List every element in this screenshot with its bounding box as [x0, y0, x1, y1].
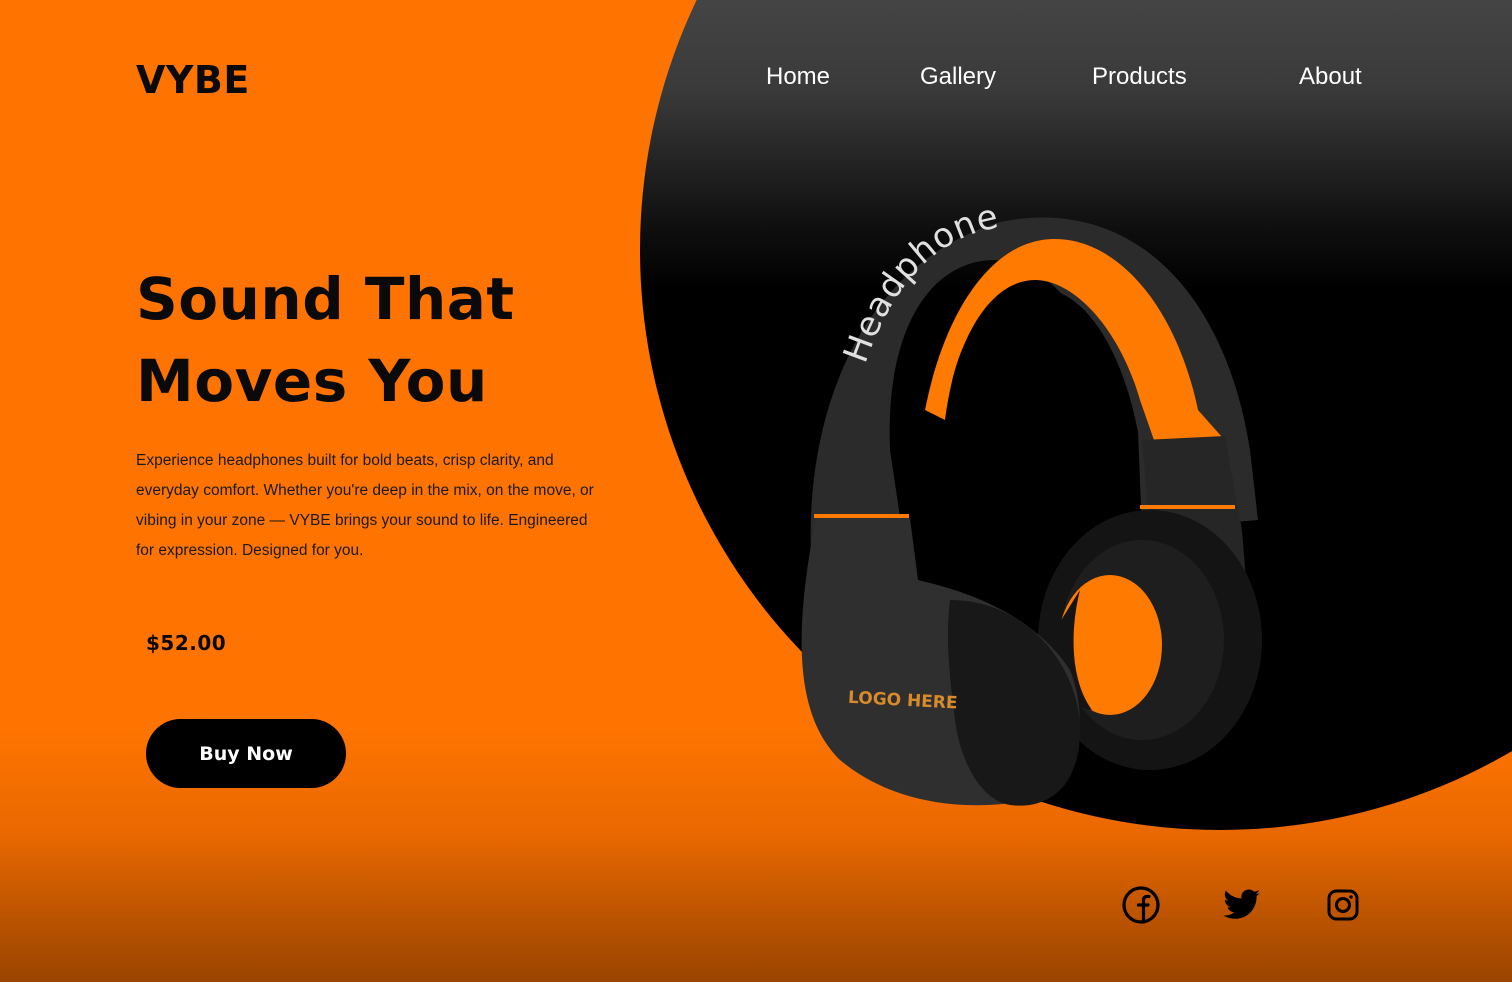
hero-headline: Sound That Moves You: [136, 258, 656, 422]
twitter-link[interactable]: [1221, 884, 1263, 926]
nav-item-about[interactable]: About: [1299, 62, 1362, 92]
headphones-illustration: Headphones LOGO HERE: [771, 169, 1262, 806]
product-price: $52.00: [146, 631, 227, 655]
twitter-icon: [1223, 889, 1260, 919]
nav-item-products[interactable]: Products: [1092, 62, 1187, 92]
facebook-icon: [1122, 886, 1160, 924]
nav-item-gallery[interactable]: Gallery: [920, 62, 996, 92]
headphones-image: Headphones LOGO HERE: [771, 169, 1300, 830]
hero-headline-line-2: Moves You: [136, 347, 488, 415]
main-nav: Home Gallery Products About: [0, 62, 1512, 92]
social-links: [0, 884, 1512, 928]
facebook-link[interactable]: [1120, 884, 1162, 926]
buy-now-button[interactable]: Buy Now: [146, 719, 346, 788]
nav-item-home[interactable]: Home: [766, 62, 830, 92]
landing-page: VYBE Home Gallery Products About Sound T…: [0, 0, 1512, 982]
hero-headline-line-1: Sound That: [136, 265, 515, 333]
instagram-icon: [1327, 889, 1359, 921]
instagram-link[interactable]: [1322, 884, 1364, 926]
hero-description: Experience headphones built for bold bea…: [136, 452, 594, 559]
